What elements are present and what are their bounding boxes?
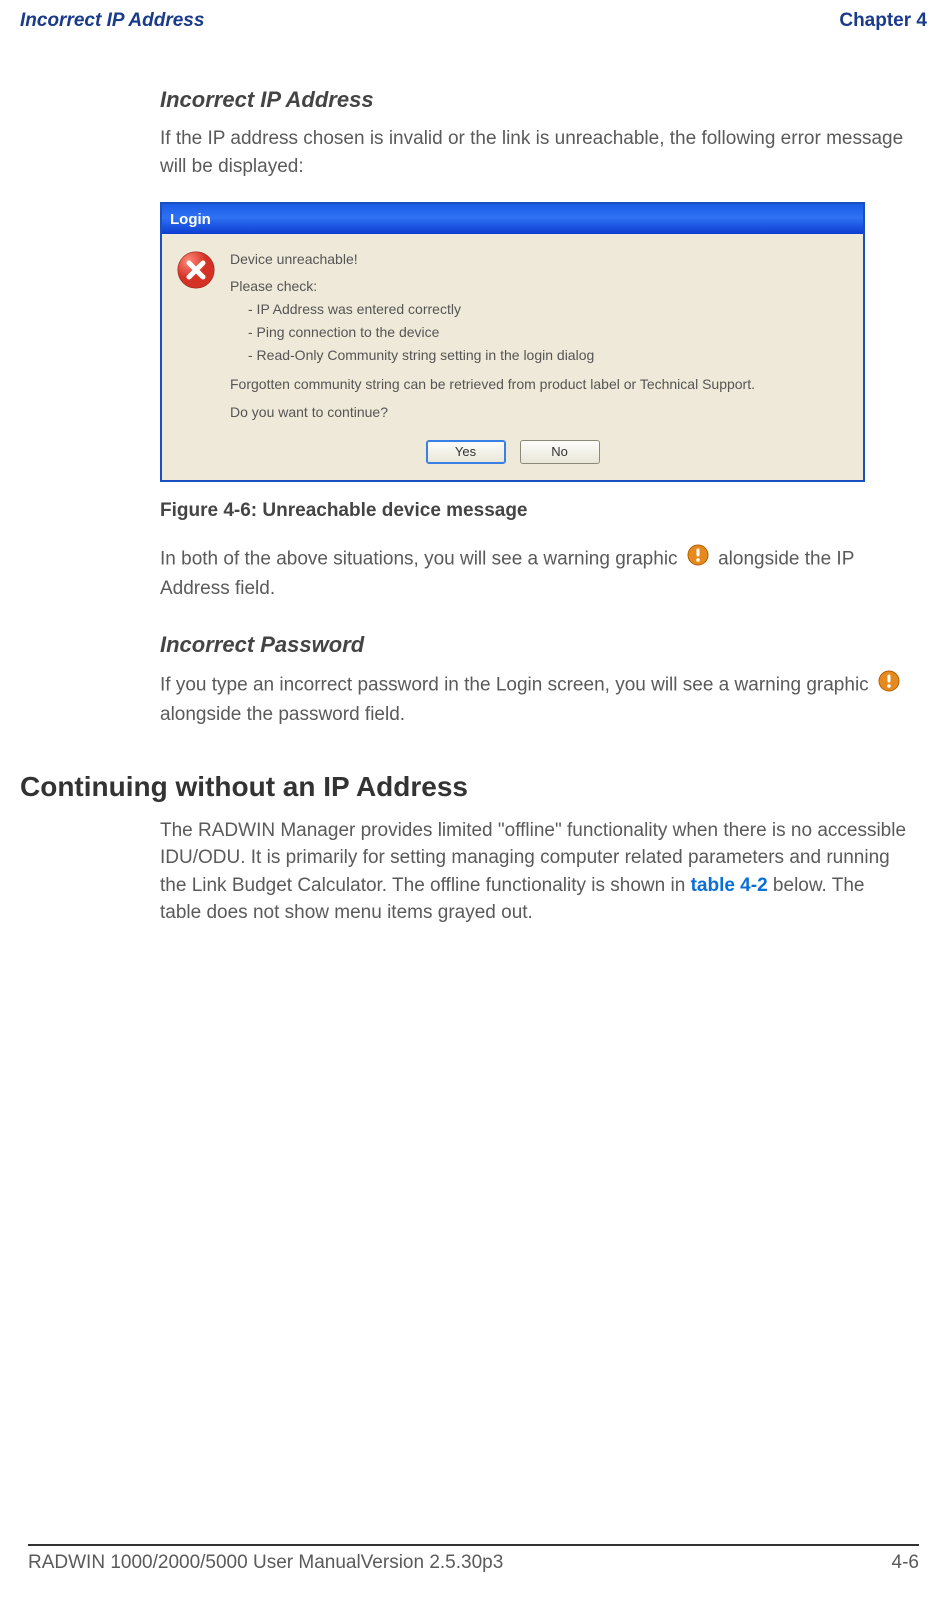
after-fig-text-1: In both of the above situations, you wil… — [160, 549, 683, 570]
warning-icon — [878, 670, 900, 701]
footer-left: RADWIN 1000/2000/5000 User ManualVersion… — [28, 1552, 503, 1574]
para-ip-intro: If the IP address chosen is invalid or t… — [160, 125, 907, 180]
header-right-chapter: Chapter 4 — [839, 10, 927, 32]
table-4-2-link[interactable]: table 4-2 — [691, 875, 768, 896]
para-continuing: The RADWIN Manager provides limited "off… — [160, 817, 907, 927]
dialog-title-text: Login — [170, 211, 211, 228]
login-error-dialog: Login — [160, 202, 865, 482]
dialog-line-2: Please check: — [230, 277, 755, 296]
pw-text-1: If you type an incorrect password in the… — [160, 675, 874, 696]
pw-text-2: alongside the password field. — [160, 704, 405, 725]
footer-row: RADWIN 1000/2000/5000 User ManualVersion… — [28, 1552, 919, 1574]
dialog-line-4: - Ping connection to the device — [230, 323, 755, 342]
dialog-body: Device unreachable! Please check: - IP A… — [162, 234, 863, 440]
heading-incorrect-ip: Incorrect IP Address — [160, 87, 907, 113]
dialog-line-7: Do you want to continue? — [230, 403, 755, 422]
yes-button[interactable]: Yes — [426, 440, 506, 464]
footer-right: 4-6 — [892, 1552, 919, 1574]
para-password: If you type an incorrect password in the… — [160, 670, 907, 728]
heading-incorrect-password: Incorrect Password — [160, 632, 907, 658]
dialog-line-5: - Read-Only Community string setting in … — [230, 346, 755, 365]
figure-caption: Figure 4-6: Unreachable device message — [160, 500, 907, 522]
dialog-message: Device unreachable! Please check: - IP A… — [230, 250, 755, 426]
page-content: Incorrect IP Address If the IP address c… — [0, 87, 947, 729]
para-after-figure: In both of the above situations, you wil… — [160, 544, 907, 602]
dialog-titlebar: Login — [162, 204, 863, 234]
warning-icon — [687, 544, 709, 575]
running-header: Incorrect IP Address Chapter 4 — [0, 0, 947, 32]
dialog-line-6: Forgotten community string can be retrie… — [230, 375, 755, 394]
no-button[interactable]: No — [520, 440, 600, 464]
footer-rule — [28, 1544, 919, 1546]
error-icon — [176, 250, 216, 290]
header-left-title: Incorrect IP Address — [20, 10, 204, 32]
page-footer: RADWIN 1000/2000/5000 User ManualVersion… — [0, 1544, 947, 1574]
dialog-button-row: Yes No — [162, 440, 863, 480]
dialog-line-1: Device unreachable! — [230, 250, 755, 269]
heading-continuing-without-ip: Continuing without an IP Address — [20, 771, 947, 803]
figure-dialog-wrap: Login — [160, 202, 907, 482]
dialog-line-3: - IP Address was entered correctly — [230, 300, 755, 319]
dialog-error-icon-col — [176, 250, 230, 426]
